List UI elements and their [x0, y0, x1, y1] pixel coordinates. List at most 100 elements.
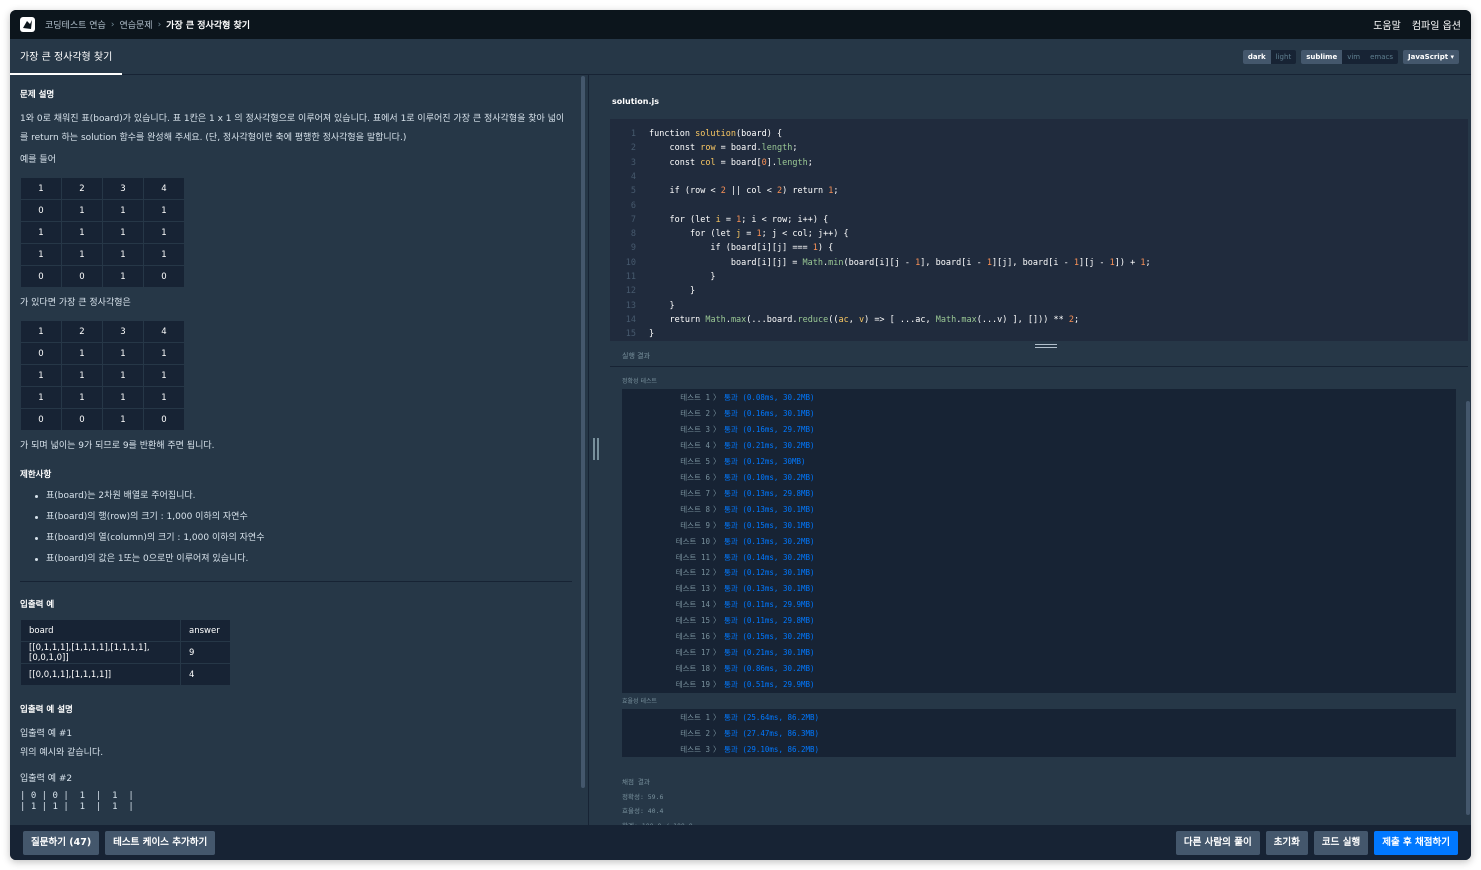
other-solutions-button[interactable]: 다른 사람의 풀이 — [1175, 830, 1260, 855]
test-name: 테스트 13 — [675, 584, 710, 594]
line-number: 12 — [625, 286, 636, 297]
code-line: return Math.max(...board.reduce((ac, v) … — [669, 314, 1080, 325]
keymap-sublime-button[interactable]: sublime — [1301, 49, 1343, 64]
test-result-row: 테스트 12 〉 통과 (0.12ms, 30.1MB) — [622, 564, 1456, 580]
test-result-row: 테스트 2 〉 통과 (0.16ms, 30.1MB) — [622, 405, 1456, 421]
language-select[interactable]: JavaScript ▾ — [1403, 49, 1459, 64]
grid-cell: 1 — [143, 364, 185, 387]
test-name: 테스트 2 — [680, 728, 710, 738]
conclusion-text: 가 되며 넓이는 9가 되므로 9를 반환해 주면 됩니다. — [20, 441, 215, 451]
separator-icon: 〉 — [713, 424, 721, 434]
grid-cell: 1 — [30, 802, 37, 812]
efficiency-results: 테스트 1 〉 통과 (25.64ms, 86.2MB) 테스트 2 〉 통과 (27.4… — [622, 709, 1456, 757]
splitter-handle[interactable] — [593, 438, 599, 460]
grid-cell: 0 — [20, 265, 62, 288]
test-result: 통과 (0.12ms, 30.1MB) — [724, 568, 815, 578]
test-name: 테스트 19 — [675, 680, 710, 690]
line-number: 8 — [630, 229, 636, 240]
theme-dark-button[interactable]: dark — [1242, 49, 1271, 64]
submit-button[interactable]: 제출 후 채점하기 — [1374, 830, 1458, 855]
code-line: const col = board[0].length; — [669, 157, 813, 168]
test-result-row: 테스트 6 〉 통과 (0.10ms, 30.2MB) — [622, 469, 1456, 485]
list-item: 표(board)의 열(column)의 크기 : 1,000 이하의 자연수 — [20, 528, 575, 549]
grid-cell: 4 — [143, 320, 185, 343]
code-line: function solution(board) { — [649, 129, 783, 139]
compile-options-link[interactable]: 컴파일 옵션 — [1412, 17, 1461, 32]
test-name: 테스트 14 — [675, 600, 710, 610]
test-result: 통과 (0.16ms, 29.7MB) — [724, 424, 815, 434]
line-number: 3 — [630, 157, 636, 168]
caret-down-icon: ▾ — [1450, 52, 1454, 61]
grid-cell: 1 — [79, 791, 86, 801]
grid-cell: 1 — [20, 177, 62, 200]
code-line: const row = board.length; — [669, 143, 798, 154]
editor-filename: solution.js — [612, 97, 659, 106]
test-name: 테스트 7 — [680, 488, 710, 498]
add-test-case-button[interactable]: 테스트 케이스 추가하기 — [105, 830, 216, 855]
problem-scrollbar[interactable] — [581, 76, 585, 788]
test-result: 통과 (0.12ms, 30MB) — [724, 456, 806, 466]
breadcrumb-coding-test[interactable]: 코딩테스트 연습 — [45, 18, 106, 31]
table-row: [[0,1,1,1],[1,1,1,1],[1,1,1,1],[0,0,1,0]… — [20, 641, 231, 664]
list-item: 표(board)는 2차원 배열로 주어집니다. — [20, 486, 575, 507]
line-number: 7 — [630, 214, 636, 225]
grid-cell: 1 — [102, 221, 144, 244]
separator-icon: 〉 — [713, 456, 721, 466]
run-code-button[interactable]: 코드 실행 — [1313, 830, 1369, 855]
separator-icon: 〉 — [713, 600, 721, 610]
test-name: 테스트 8 — [680, 504, 710, 514]
grid-cell: 0 — [143, 408, 185, 431]
ask-question-button[interactable]: 질문하기 (47) — [23, 830, 100, 855]
help-link[interactable]: 도움말 — [1373, 17, 1401, 32]
line-number: 15 — [625, 329, 636, 340]
programmers-logo-icon[interactable] — [20, 17, 35, 32]
example-grid-1: 1234 0111 1111 1111 0010 — [20, 177, 185, 288]
grid-cell: 1 — [143, 221, 185, 244]
separator-icon: 〉 — [713, 664, 721, 674]
test-result-row: 테스트 15 〉 통과 (0.11ms, 29.8MB) — [622, 612, 1456, 628]
breadcrumb-current: 가장 큰 정사각형 찾기 — [166, 21, 251, 31]
test-result: 통과 (29.10ms, 86.2MB) — [724, 744, 820, 754]
grid-cell: 1 — [102, 386, 144, 409]
separator-icon: 〉 — [713, 584, 721, 594]
example-intro: 예를 들어 — [20, 155, 56, 165]
theme-light-button[interactable]: light — [1271, 50, 1297, 64]
code-editor[interactable]: 1 2 3 4 5 6 7 8 9 10 11 12 13 14 15 function solution(… — [610, 119, 1468, 341]
code-line: } — [649, 272, 716, 282]
test-result-row: 테스트 14 〉 통과 (0.11ms, 29.9MB) — [622, 596, 1456, 612]
editor-results-divider[interactable] — [600, 341, 1471, 351]
grid-cell: 1 — [20, 221, 62, 244]
divider — [610, 366, 1468, 367]
test-result: 통과 (0.21ms, 30.2MB) — [724, 440, 815, 450]
separator-icon: 〉 — [713, 552, 721, 562]
test-name: 테스트 10 — [675, 536, 710, 546]
io-heading: 입출력 예 — [20, 600, 55, 610]
constraints-list: 표(board)는 2차원 배열로 주어집니다. 표(board)의 행(row… — [20, 486, 575, 570]
breadcrumb-practice[interactable]: 연습문제 — [119, 18, 152, 31]
drag-handle-icon — [1035, 347, 1057, 348]
reset-button[interactable]: 초기화 — [1265, 830, 1308, 855]
constraints-heading: 제한사항 — [20, 470, 52, 480]
grid-cell: 1 — [143, 199, 185, 222]
grid-cell: 1 — [61, 342, 103, 365]
list-item: 표(board)의 행(row)의 크기 : 1,000 이하의 자연수 — [20, 507, 575, 528]
separator-icon: 〉 — [713, 393, 721, 402]
test-result: 통과 (0.15ms, 30.2MB) — [724, 632, 815, 642]
test-name: 테스트 9 — [680, 520, 710, 530]
test-name: 테스트 3 — [680, 744, 710, 754]
code-line: } — [649, 329, 655, 340]
efficiency-label: 효율성 테스트 — [622, 698, 658, 705]
test-result: 통과 (0.14ms, 30.2MB) — [724, 552, 815, 562]
keymap-emacs-button[interactable]: emacs — [1365, 50, 1398, 64]
grid-cell: 1 — [20, 386, 62, 409]
test-result: 통과 (0.10ms, 30.2MB) — [724, 472, 815, 482]
tab-problem[interactable]: 가장 큰 정사각형 찾기 — [10, 39, 123, 75]
test-name: 테스트 15 — [675, 616, 710, 626]
test-name: 테스트 2 — [680, 408, 710, 418]
code-line: for (let i = 1; i < row; i++) { — [669, 214, 829, 225]
code-line: if (board[i][j] === 1) { — [710, 243, 834, 254]
top-navigation: 코딩테스트 연습 › 연습문제 › 가장 큰 정사각형 찾기 도움말 컴파일 옵… — [10, 10, 1471, 39]
keymap-vim-button[interactable]: vim — [1342, 50, 1365, 64]
results-scrollbar[interactable] — [1466, 401, 1470, 815]
test-name: 테스트 12 — [675, 568, 710, 578]
